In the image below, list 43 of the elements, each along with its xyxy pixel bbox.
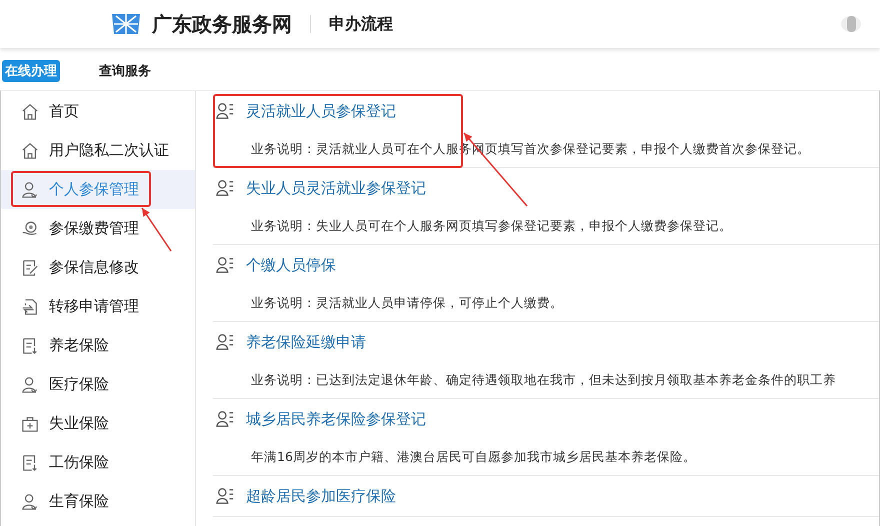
person-icon bbox=[21, 492, 39, 510]
edit-document-icon bbox=[21, 258, 39, 276]
sidebar-item[interactable]: 转移申请管理 bbox=[1, 287, 195, 326]
person-icon bbox=[21, 180, 39, 198]
sidebar-item[interactable]: 用户隐私二次认证 bbox=[1, 131, 195, 170]
service-link[interactable]: 养老保险延缴申请 bbox=[246, 332, 366, 352]
logo-icon bbox=[110, 12, 142, 36]
user-avatar-icon[interactable] bbox=[840, 13, 862, 35]
service-link[interactable]: 个缴人员停保 bbox=[246, 256, 336, 274]
house-icon bbox=[21, 102, 39, 120]
sidebar-item[interactable]: 养老保险 bbox=[1, 326, 195, 365]
sidebar-item[interactable]: 生育保险 bbox=[1, 482, 195, 521]
sidebar-item[interactable]: 工伤保险 bbox=[1, 443, 195, 482]
sidebar-item[interactable]: 首页 bbox=[1, 92, 195, 131]
document-icon bbox=[21, 336, 39, 354]
sidebar-item[interactable]: 医疗保险 bbox=[1, 365, 195, 404]
service-description: 年满16周岁的本市户籍、港澳台居民可自愿参加我市城乡居民基本养老保险。 bbox=[250, 448, 697, 466]
sidebar-item[interactable]: 参保缴费管理 bbox=[1, 209, 195, 248]
person-icon bbox=[21, 376, 39, 394]
transfer-document-icon bbox=[21, 298, 39, 316]
service-link[interactable]: 超龄居民参加医疗保险 bbox=[246, 486, 396, 506]
person-card-icon bbox=[216, 102, 234, 120]
service-link[interactable]: 失业人员灵活就业参保登记 bbox=[246, 178, 426, 198]
page-title: 申办流程 bbox=[329, 14, 393, 34]
service-link[interactable]: 灵活就业人员参保登记 bbox=[246, 102, 396, 120]
document-icon bbox=[21, 454, 39, 472]
service-description: 业务说明：失业人员可在个人服务网页填写参保登记要素，申报个人缴费参保登记。 bbox=[250, 216, 733, 234]
site-title: 广东政务服务网 bbox=[152, 10, 292, 38]
tab[interactable]: 查询服务 bbox=[96, 60, 154, 82]
person-card-icon bbox=[216, 179, 234, 197]
house-icon bbox=[21, 142, 39, 160]
service-description: 业务说明：已达到法定退休年龄、确定待遇领取地在我市，但未达到按月领取基本养老金条件的职工养 bbox=[250, 370, 837, 388]
service-description: 业务说明：灵活就业人员申请停保，可停止个人缴费。 bbox=[250, 294, 564, 312]
sidebar-item[interactable]: 参保信息修改 bbox=[1, 248, 195, 287]
person-card-icon bbox=[216, 410, 234, 428]
person-card-icon bbox=[216, 333, 234, 351]
person-card-icon bbox=[216, 256, 234, 274]
service-link[interactable]: 城乡居民养老保险参保登记 bbox=[246, 410, 426, 428]
coin-hand-icon bbox=[21, 220, 39, 238]
annotation-arrow bbox=[141, 208, 172, 252]
sidebar-item[interactable]: 失业保险 bbox=[1, 404, 195, 443]
person-card-icon bbox=[216, 487, 234, 505]
briefcase-icon bbox=[21, 414, 39, 432]
